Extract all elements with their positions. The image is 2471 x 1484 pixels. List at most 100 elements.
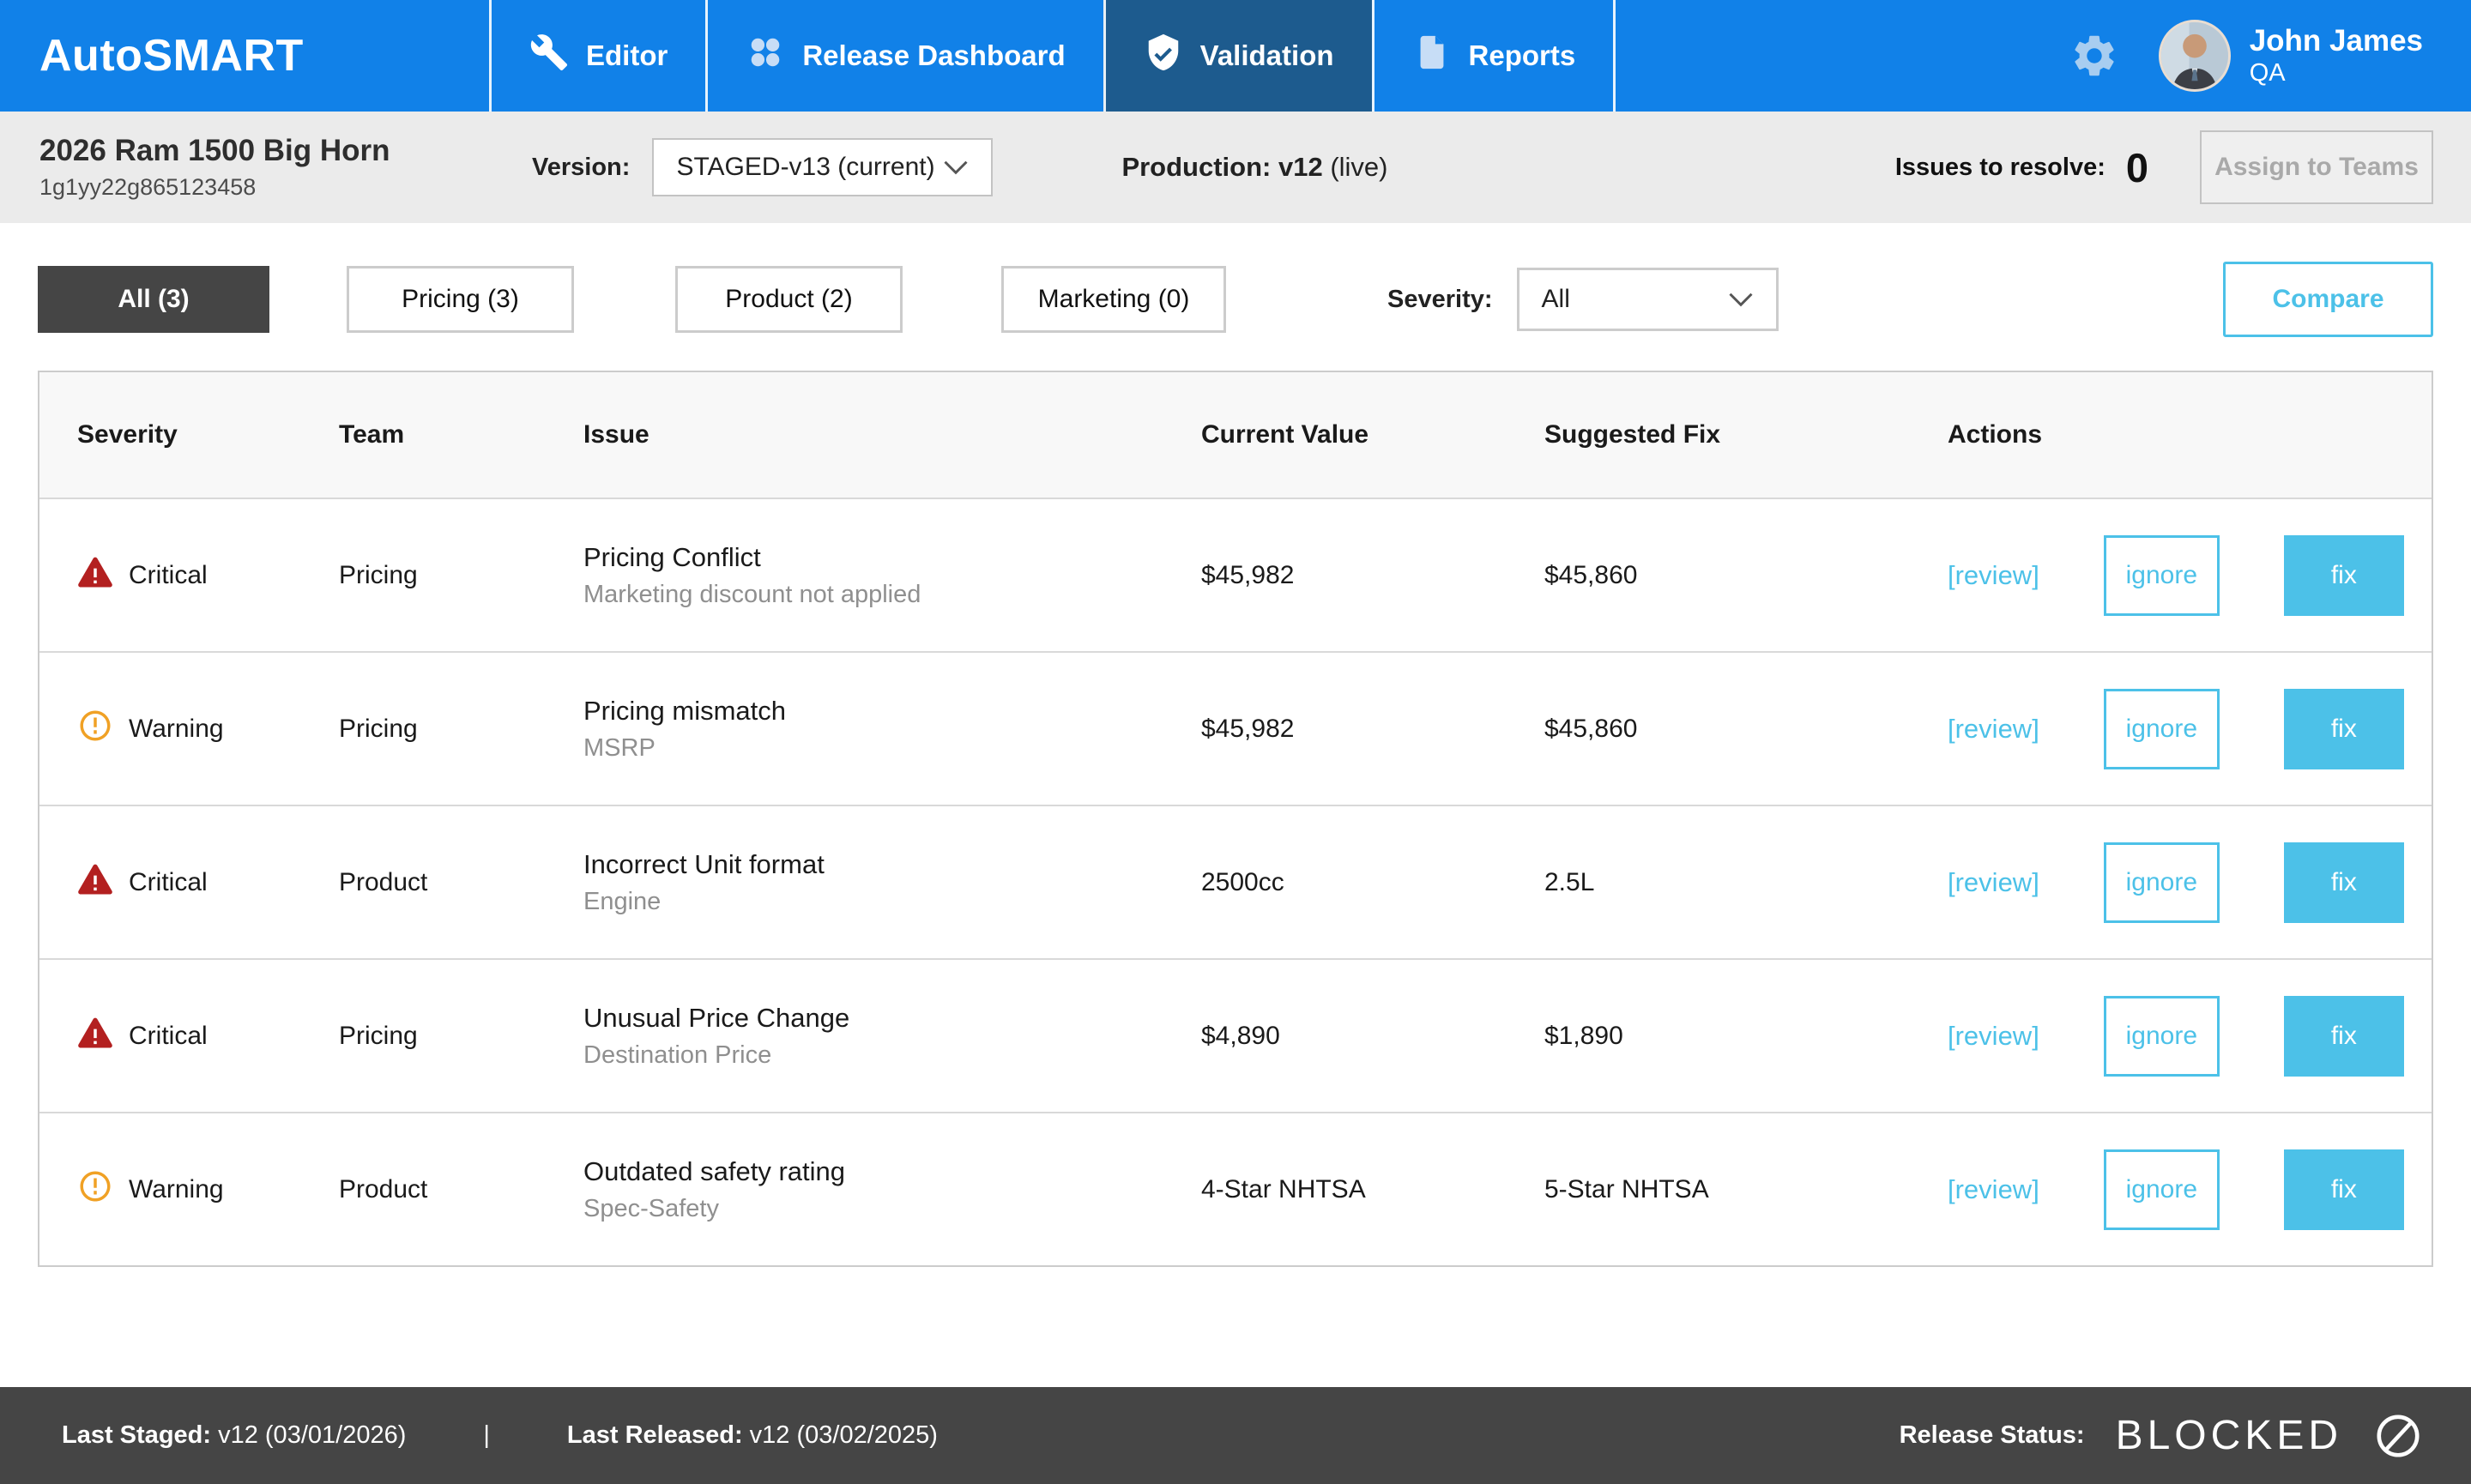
filter-chip-all[interactable]: All (3) <box>38 266 269 333</box>
fix-button[interactable]: fix <box>2284 689 2404 769</box>
warning-icon <box>77 1168 113 1211</box>
document-icon <box>1412 33 1452 79</box>
severity-cell: Warning <box>77 708 339 751</box>
fix-button[interactable]: fix <box>2284 842 2404 923</box>
severity-dropdown[interactable]: All <box>1517 268 1779 331</box>
tab-reports[interactable]: Reports <box>1372 0 1616 112</box>
col-current-value: Current Value <box>1201 420 1544 449</box>
release-status-value: BLOCKED <box>2116 1412 2342 1459</box>
fix-button[interactable]: fix <box>2284 996 2404 1077</box>
release-status-label: Release Status: <box>1900 1421 2085 1450</box>
severity-label: Warning <box>129 1175 224 1204</box>
version-label: Version: <box>532 154 630 182</box>
tab-release-dashboard[interactable]: Release Dashboard <box>705 0 1103 112</box>
table-row: Critical Product Incorrect Unit format E… <box>39 805 2432 958</box>
actions-cell: [review] ignore fix <box>1948 1149 2432 1230</box>
tab-editor[interactable]: Editor <box>489 0 705 112</box>
top-nav: AutoSMART Editor Release Dashboard <box>0 0 2471 112</box>
wrench-icon <box>529 33 569 79</box>
table-row: Critical Pricing Pricing Conflict Market… <box>39 498 2432 651</box>
tab-validation[interactable]: Validation <box>1103 0 1372 112</box>
issue-detail: Spec-Safety <box>583 1195 1201 1223</box>
blocked-icon <box>2373 1411 2423 1461</box>
user-role: QA <box>2250 59 2423 87</box>
issue-title: Pricing mismatch <box>583 696 1201 727</box>
suggested-fix-cell: $1,890 <box>1544 1022 1948 1051</box>
col-suggested-fix: Suggested Fix <box>1544 420 1948 449</box>
critical-icon <box>77 554 113 597</box>
vehicle-title: 2026 Ram 1500 Big Horn <box>39 134 532 168</box>
table-header-row: Severity Team Issue Current Value Sugges… <box>39 372 2432 498</box>
filter-chip-product[interactable]: Product (2) <box>675 266 903 333</box>
compare-button[interactable]: Compare <box>2223 262 2433 337</box>
suggested-fix-cell: 5-Star NHTSA <box>1544 1175 1948 1204</box>
severity-filter-label: Severity: <box>1387 286 1493 314</box>
tab-label: Validation <box>1200 39 1334 72</box>
review-link[interactable]: [review] <box>1948 1174 2039 1205</box>
severity-label: Critical <box>129 1022 208 1051</box>
ignore-button[interactable]: ignore <box>2104 535 2220 616</box>
chevron-down-icon <box>943 160 969 175</box>
review-link[interactable]: [review] <box>1948 1021 2039 1052</box>
ignore-button[interactable]: ignore <box>2104 842 2220 923</box>
col-severity: Severity <box>77 420 339 449</box>
issue-detail: Engine <box>583 888 1201 916</box>
actions-cell: [review] ignore fix <box>1948 842 2432 923</box>
version-value: STAGED-v13 (current) <box>676 153 934 182</box>
severity-label: Warning <box>129 715 224 744</box>
col-actions: Actions <box>1948 420 2432 449</box>
last-released: Last Released: v12 (03/02/2025) <box>567 1421 938 1450</box>
user-name: John James <box>2250 24 2423 58</box>
filter-chip-pricing[interactable]: Pricing (3) <box>347 266 574 333</box>
issue-title: Incorrect Unit format <box>583 849 1201 880</box>
team-cell: Pricing <box>339 1022 583 1051</box>
fix-button[interactable]: fix <box>2284 1149 2404 1230</box>
issue-cell: Unusual Price Change Destination Price <box>583 1003 1201 1070</box>
assign-to-teams-button[interactable]: Assign to Teams <box>2200 130 2433 204</box>
production-version: Production: v12 (live) <box>1121 152 1387 183</box>
critical-icon <box>77 861 113 904</box>
table-row: Warning Pricing Pricing mismatch MSRP $4… <box>39 651 2432 805</box>
review-link[interactable]: [review] <box>1948 867 2039 898</box>
app-logo: AutoSMART <box>0 0 489 112</box>
severity-label: Critical <box>129 561 208 590</box>
severity-cell: Critical <box>77 554 339 597</box>
team-cell: Pricing <box>339 561 583 590</box>
team-cell: Product <box>339 868 583 897</box>
severity-cell: Critical <box>77 861 339 904</box>
severity-cell: Critical <box>77 1015 339 1058</box>
tab-label: Release Dashboard <box>802 39 1065 72</box>
gear-icon[interactable] <box>2069 31 2119 81</box>
tab-label: Editor <box>586 39 668 72</box>
issues-count: 0 <box>2126 144 2148 191</box>
ignore-button[interactable]: ignore <box>2104 1149 2220 1230</box>
issue-detail: MSRP <box>583 734 1201 763</box>
current-value-cell: $45,982 <box>1201 715 1544 744</box>
issues-to-resolve: Issues to resolve: 0 <box>1895 144 2148 191</box>
issue-title: Pricing Conflict <box>583 542 1201 573</box>
filter-chip-marketing[interactable]: Marketing (0) <box>1001 266 1226 333</box>
chevron-down-icon <box>1728 292 1754 307</box>
last-staged: Last Staged: v12 (03/01/2026) <box>62 1421 406 1450</box>
issue-title: Unusual Price Change <box>583 1003 1201 1034</box>
warning-icon <box>77 708 113 751</box>
vehicle-vin: 1g1yy22g865123458 <box>39 174 532 201</box>
severity-value: All <box>1542 285 1570 314</box>
user-menu[interactable]: John James QA <box>2159 20 2423 92</box>
suggested-fix-cell: $45,860 <box>1544 561 1948 590</box>
issue-cell: Pricing mismatch MSRP <box>583 696 1201 763</box>
ignore-button[interactable]: ignore <box>2104 996 2220 1077</box>
current-value-cell: 2500cc <box>1201 868 1544 897</box>
status-footer: Last Staged: v12 (03/01/2026) | Last Rel… <box>0 1387 2471 1484</box>
actions-cell: [review] ignore fix <box>1948 996 2432 1077</box>
user-avatar[interactable] <box>2159 20 2231 92</box>
ignore-button[interactable]: ignore <box>2104 689 2220 769</box>
actions-cell: [review] ignore fix <box>1948 689 2432 769</box>
current-value-cell: 4-Star NHTSA <box>1201 1175 1544 1204</box>
version-dropdown[interactable]: STAGED-v13 (current) <box>652 138 993 196</box>
team-cell: Pricing <box>339 715 583 744</box>
review-link[interactable]: [review] <box>1948 560 2039 591</box>
table-row: Critical Pricing Unusual Price Change De… <box>39 958 2432 1112</box>
fix-button[interactable]: fix <box>2284 535 2404 616</box>
review-link[interactable]: [review] <box>1948 714 2039 745</box>
